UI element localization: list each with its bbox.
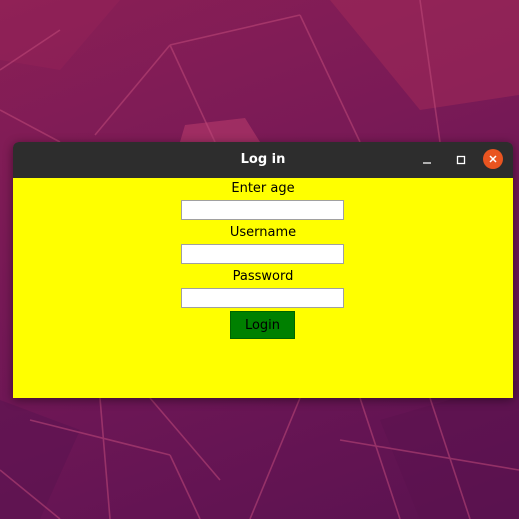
- form-panel: Enter age Username Password Login: [13, 178, 513, 398]
- age-input[interactable]: [181, 200, 344, 220]
- password-input[interactable]: [181, 288, 344, 308]
- username-label: Username: [229, 225, 297, 240]
- minimize-icon: [423, 162, 431, 164]
- maximize-icon: [456, 155, 466, 165]
- age-label: Enter age: [231, 181, 295, 196]
- username-input[interactable]: [181, 244, 344, 264]
- login-button[interactable]: Login: [230, 311, 295, 339]
- maximize-button[interactable]: [450, 149, 472, 171]
- title-bar[interactable]: Log in: [13, 142, 513, 178]
- password-label: Password: [232, 269, 294, 284]
- window-title: Log in: [240, 152, 286, 167]
- close-button[interactable]: [483, 149, 503, 169]
- close-icon: [489, 155, 497, 163]
- login-window: Log in Enter age Username Password Login: [13, 142, 513, 398]
- minimize-button[interactable]: [416, 149, 438, 171]
